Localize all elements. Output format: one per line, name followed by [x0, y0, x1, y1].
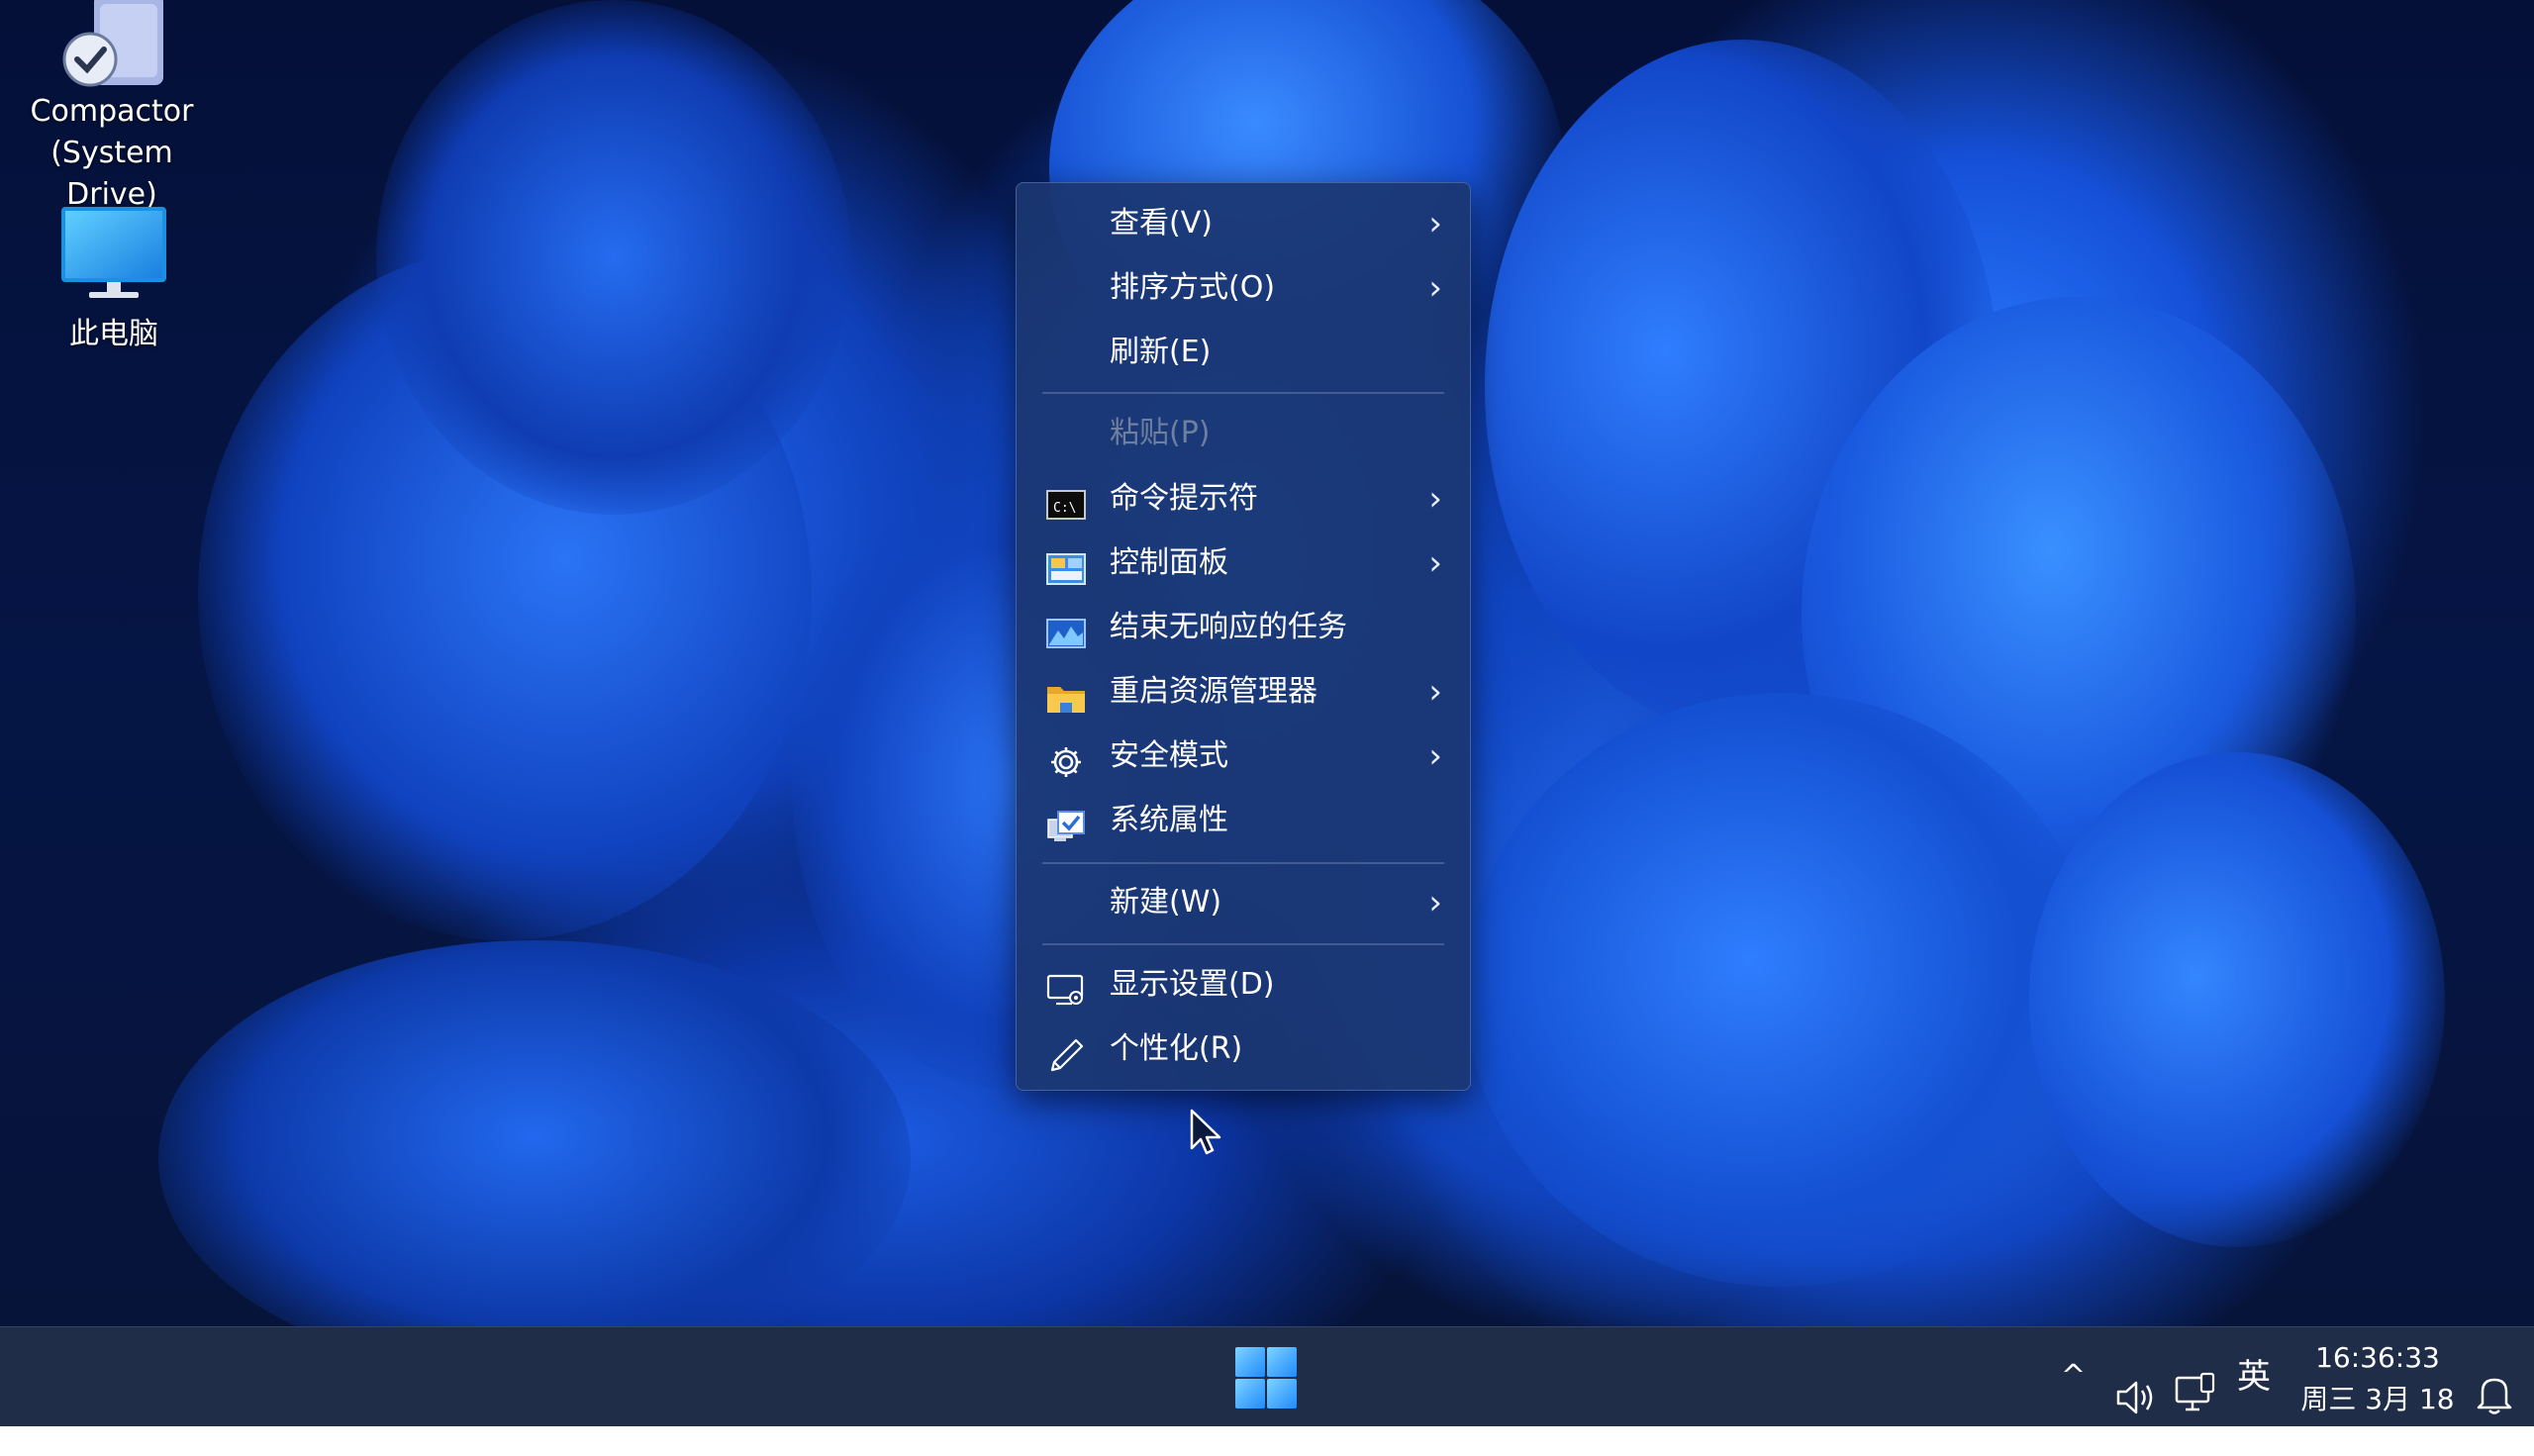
menu-separator	[1042, 392, 1444, 394]
volume-icon[interactable]	[2114, 1357, 2158, 1414]
taskbar: ^ 英 16:36:33 周三 3月 18	[0, 1326, 2534, 1426]
menu-item-end-unresponsive-tasks[interactable]: 结束无响应的任务	[1024, 597, 1462, 658]
chevron-right-icon: ›	[1428, 268, 1442, 308]
menu-item-label: 命令提示符	[1110, 481, 1258, 516]
chevron-right-icon: ›	[1428, 736, 1442, 776]
menu-item-paste: 粘贴(P)	[1024, 403, 1462, 464]
windows-logo-icon	[1235, 1347, 1297, 1408]
menu-item-label: 刷新(E)	[1110, 335, 1212, 369]
network-icon[interactable]	[2174, 1355, 2217, 1411]
compactor-drive-icon	[52, 0, 171, 91]
menu-item-new[interactable]: 新建(W) ›	[1024, 872, 1462, 933]
menu-item-label: 个性化(R)	[1110, 1031, 1243, 1066]
menu-item-refresh[interactable]: 刷新(E)	[1024, 322, 1462, 383]
menu-item-label: 控制面板	[1110, 545, 1228, 580]
desktop-context-menu: 查看(V) › 排序方式(O) › 刷新(E) 粘贴(P) C:\ 命令提示符 …	[1016, 182, 1471, 1091]
menu-item-label: 显示设置(D)	[1110, 967, 1275, 1002]
display-settings-icon	[1046, 968, 1086, 1006]
menu-item-label: 查看(V)	[1110, 206, 1213, 241]
menu-item-label: 排序方式(O)	[1110, 270, 1276, 305]
menu-item-safe-mode[interactable]: 安全模式 ›	[1024, 726, 1462, 787]
menu-item-label: 结束无响应的任务	[1110, 610, 1347, 644]
menu-item-command-prompt[interactable]: C:\ 命令提示符 ›	[1024, 468, 1462, 530]
desktop-icon-this-pc[interactable]: 此电脑	[10, 203, 218, 355]
menu-item-label: 新建(W)	[1110, 885, 1222, 920]
menu-item-system-properties[interactable]: 系统属性	[1024, 790, 1462, 851]
ime-indicator[interactable]: 英	[2237, 1327, 2271, 1426]
menu-item-view[interactable]: 查看(V) ›	[1024, 193, 1462, 254]
tray-overflow-chevron-icon[interactable]: ^	[2061, 1327, 2086, 1426]
menu-separator	[1042, 862, 1444, 864]
chevron-right-icon: ›	[1428, 204, 1442, 243]
desktop-icon-label: Compactor	[30, 94, 194, 129]
control-panel-icon	[1046, 546, 1086, 585]
menu-item-personalize[interactable]: 个性化(R)	[1024, 1019, 1462, 1080]
system-properties-icon	[1046, 804, 1086, 841]
task-chart-icon	[1046, 611, 1086, 648]
start-button[interactable]	[1233, 1345, 1299, 1410]
chevron-right-icon: ›	[1428, 883, 1442, 922]
chevron-right-icon: ›	[1428, 543, 1442, 583]
mouse-cursor-icon	[1190, 1109, 1223, 1156]
cmd-icon: C:\	[1046, 482, 1086, 520]
monitor-icon	[59, 203, 168, 306]
menu-item-sort[interactable]: 排序方式(O) ›	[1024, 257, 1462, 319]
menu-item-display-settings[interactable]: 显示设置(D)	[1024, 954, 1462, 1016]
menu-separator	[1042, 943, 1444, 945]
pen-icon	[1046, 1032, 1086, 1072]
menu-item-label: 粘贴(P)	[1110, 416, 1211, 450]
clock-time: 16:36:33	[2315, 1341, 2440, 1374]
menu-item-control-panel[interactable]: 控制面板 ›	[1024, 533, 1462, 594]
clock[interactable]: 16:36:33 周三 3月 18	[2287, 1337, 2469, 1420]
menu-item-restart-explorer[interactable]: 重启资源管理器 ›	[1024, 661, 1462, 723]
desktop-icon-label: 此电脑	[69, 317, 158, 351]
folder-icon	[1046, 675, 1086, 713]
chevron-right-icon: ›	[1428, 672, 1442, 712]
notification-bell-icon[interactable]	[2475, 1355, 2514, 1414]
menu-item-label: 系统属性	[1110, 803, 1228, 837]
menu-item-label: 安全模式	[1110, 738, 1228, 773]
svg-text:C:\: C:\	[1053, 501, 1076, 516]
clock-date: 周三 3月 18	[2300, 1383, 2455, 1415]
gear-icon	[1046, 739, 1086, 777]
desktop-wallpaper: Compactor (System Drive) 此电脑 查看(V) › 排序方…	[0, 0, 2534, 1326]
desktop-icon-compactor[interactable]: Compactor (System Drive)	[8, 0, 216, 216]
chevron-right-icon: ›	[1428, 479, 1442, 519]
menu-item-label: 重启资源管理器	[1110, 674, 1317, 709]
